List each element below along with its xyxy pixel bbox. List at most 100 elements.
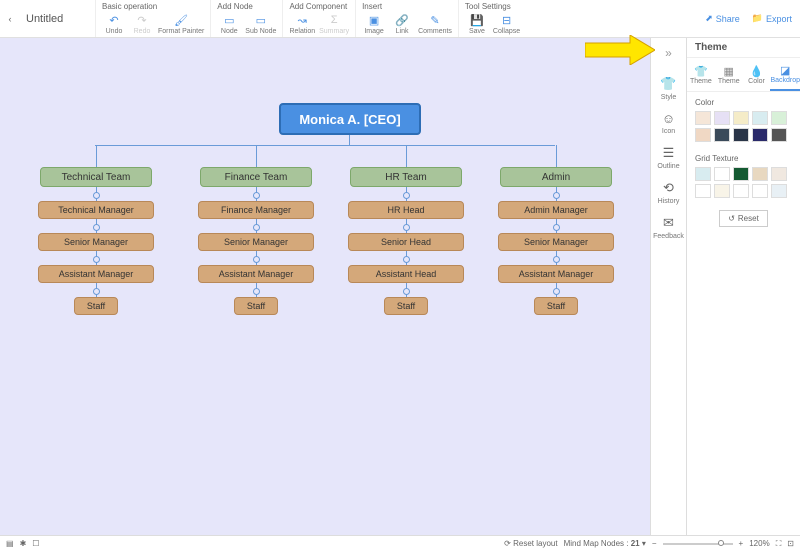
node-manager[interactable]: Senior Manager bbox=[198, 233, 314, 251]
color-swatch[interactable] bbox=[695, 167, 711, 181]
comments-icon: ✎ bbox=[430, 13, 439, 27]
style-icon: 👕 bbox=[660, 76, 676, 92]
theme-tab-color[interactable]: 💧Color bbox=[743, 58, 771, 91]
color-swatches bbox=[695, 111, 792, 142]
connector bbox=[556, 145, 557, 167]
color-swatch[interactable] bbox=[752, 184, 768, 198]
fullscreen-icon[interactable]: ⛶ bbox=[776, 539, 782, 549]
color-swatch[interactable] bbox=[733, 167, 749, 181]
reset-layout-button[interactable]: ⟳ Reset layout bbox=[504, 539, 557, 548]
junction bbox=[253, 192, 260, 199]
redo-button[interactable]: ↷Redo bbox=[130, 13, 154, 35]
sub-node-button[interactable]: ▭Sub Node bbox=[245, 13, 276, 35]
status-icon[interactable]: ▤ bbox=[6, 539, 14, 548]
theme-tab-theme2[interactable]: ▦Theme bbox=[715, 58, 743, 91]
reset-button[interactable]: ↺Reset bbox=[719, 210, 768, 227]
junction bbox=[553, 256, 560, 263]
node-manager[interactable]: Assistant Manager bbox=[498, 265, 614, 283]
junction bbox=[93, 256, 100, 263]
link-button[interactable]: 🔗Link bbox=[390, 13, 414, 35]
zoom-slider[interactable] bbox=[663, 543, 733, 545]
node-button[interactable]: ▭Node bbox=[217, 13, 241, 35]
fit-icon[interactable]: ⊡ bbox=[787, 539, 794, 548]
relation-button[interactable]: ↝Relation bbox=[289, 13, 315, 35]
status-icon[interactable]: ✱ bbox=[20, 539, 27, 548]
color-swatch[interactable] bbox=[752, 128, 768, 142]
canvas[interactable]: Monica A. [CEO] Technical Team Technical … bbox=[0, 38, 650, 535]
side-icon[interactable]: ☺Icon bbox=[662, 111, 675, 135]
node-icon: ▭ bbox=[224, 13, 234, 27]
color-swatch[interactable] bbox=[752, 167, 768, 181]
image-button[interactable]: ▣Image bbox=[362, 13, 386, 35]
smiley-icon: ☺ bbox=[662, 111, 675, 126]
color-section-label: Color bbox=[695, 98, 792, 107]
node-manager[interactable]: HR Head bbox=[348, 201, 464, 219]
node-staff[interactable]: Staff bbox=[384, 297, 428, 315]
format-painter-icon: 🖌 bbox=[174, 13, 188, 27]
zoom-in-button[interactable]: + bbox=[739, 539, 744, 548]
color-swatch[interactable] bbox=[733, 184, 749, 198]
zoom-out-button[interactable]: − bbox=[652, 539, 657, 548]
color-swatch[interactable] bbox=[714, 111, 730, 125]
junction bbox=[403, 256, 410, 263]
node-manager[interactable]: Assistant Manager bbox=[198, 265, 314, 283]
side-style[interactable]: 👕Style bbox=[660, 76, 676, 101]
side-feedback[interactable]: ✉Feedback bbox=[653, 215, 684, 240]
node-dept[interactable]: HR Team bbox=[350, 167, 462, 187]
color-swatch[interactable] bbox=[714, 184, 730, 198]
collapse-icon: ⊟ bbox=[502, 13, 511, 27]
toolgroup-insert: Insert ▣Image 🔗Link ✎Comments bbox=[355, 0, 458, 37]
top-toolbar: ‹ Untitled Basic operation ↶Undo ↷Redo 🖌… bbox=[0, 0, 800, 38]
junction bbox=[93, 224, 100, 231]
node-manager[interactable]: Admin Manager bbox=[498, 201, 614, 219]
color-swatch[interactable] bbox=[771, 111, 787, 125]
node-dept[interactable]: Finance Team bbox=[200, 167, 312, 187]
node-manager[interactable]: Technical Manager bbox=[38, 201, 154, 219]
color-swatch[interactable] bbox=[695, 184, 711, 198]
color-swatch[interactable] bbox=[771, 167, 787, 181]
color-swatch[interactable] bbox=[714, 128, 730, 142]
node-dept[interactable]: Technical Team bbox=[40, 167, 152, 187]
node-staff[interactable]: Staff bbox=[534, 297, 578, 315]
side-history[interactable]: ⟲History bbox=[658, 180, 680, 205]
document-title[interactable]: Untitled bbox=[20, 0, 95, 37]
node-staff[interactable]: Staff bbox=[234, 297, 278, 315]
node-manager[interactable]: Assistant Head bbox=[348, 265, 464, 283]
theme-tab-backdrop[interactable]: ◪Backdrop bbox=[770, 58, 800, 91]
node-manager[interactable]: Senior Head bbox=[348, 233, 464, 251]
summary-button[interactable]: ΣSummary bbox=[319, 13, 349, 35]
collapse-button[interactable]: ⊟Collapse bbox=[493, 13, 520, 35]
undo-button[interactable]: ↶Undo bbox=[102, 13, 126, 35]
back-button[interactable]: ‹ bbox=[0, 0, 20, 37]
theme-tab-theme[interactable]: 👕Theme bbox=[687, 58, 715, 91]
panel-collapse-button[interactable]: » bbox=[665, 46, 672, 66]
color-swatch[interactable] bbox=[695, 128, 711, 142]
save-button[interactable]: 💾Save bbox=[465, 13, 489, 35]
color-swatch[interactable] bbox=[733, 128, 749, 142]
node-manager[interactable]: Finance Manager bbox=[198, 201, 314, 219]
export-button[interactable]: 📁Export bbox=[752, 13, 792, 24]
node-staff[interactable]: Staff bbox=[74, 297, 118, 315]
share-button[interactable]: ⬈Share bbox=[705, 13, 740, 24]
junction bbox=[553, 224, 560, 231]
node-manager[interactable]: Senior Manager bbox=[38, 233, 154, 251]
node-manager[interactable]: Assistant Manager bbox=[38, 265, 154, 283]
color-swatch[interactable] bbox=[771, 128, 787, 142]
side-outline[interactable]: ☰Outline bbox=[657, 145, 679, 170]
status-icon[interactable]: ☐ bbox=[32, 539, 39, 548]
node-manager[interactable]: Senior Manager bbox=[498, 233, 614, 251]
color-swatch[interactable] bbox=[733, 111, 749, 125]
toolgroup-basic: Basic operation ↶Undo ↷Redo 🖌Format Pain… bbox=[95, 0, 210, 37]
color-swatch[interactable] bbox=[714, 167, 730, 181]
color-swatch[interactable] bbox=[771, 184, 787, 198]
junction bbox=[403, 288, 410, 295]
color-swatch[interactable] bbox=[695, 111, 711, 125]
node-dept[interactable]: Admin bbox=[500, 167, 612, 187]
color-swatch[interactable] bbox=[752, 111, 768, 125]
zoom-handle[interactable] bbox=[718, 540, 724, 546]
node-ceo[interactable]: Monica A. [CEO] bbox=[279, 103, 421, 135]
junction bbox=[403, 224, 410, 231]
comments-button[interactable]: ✎Comments bbox=[418, 13, 452, 35]
junction bbox=[253, 288, 260, 295]
format-painter-button[interactable]: 🖌Format Painter bbox=[158, 13, 204, 35]
